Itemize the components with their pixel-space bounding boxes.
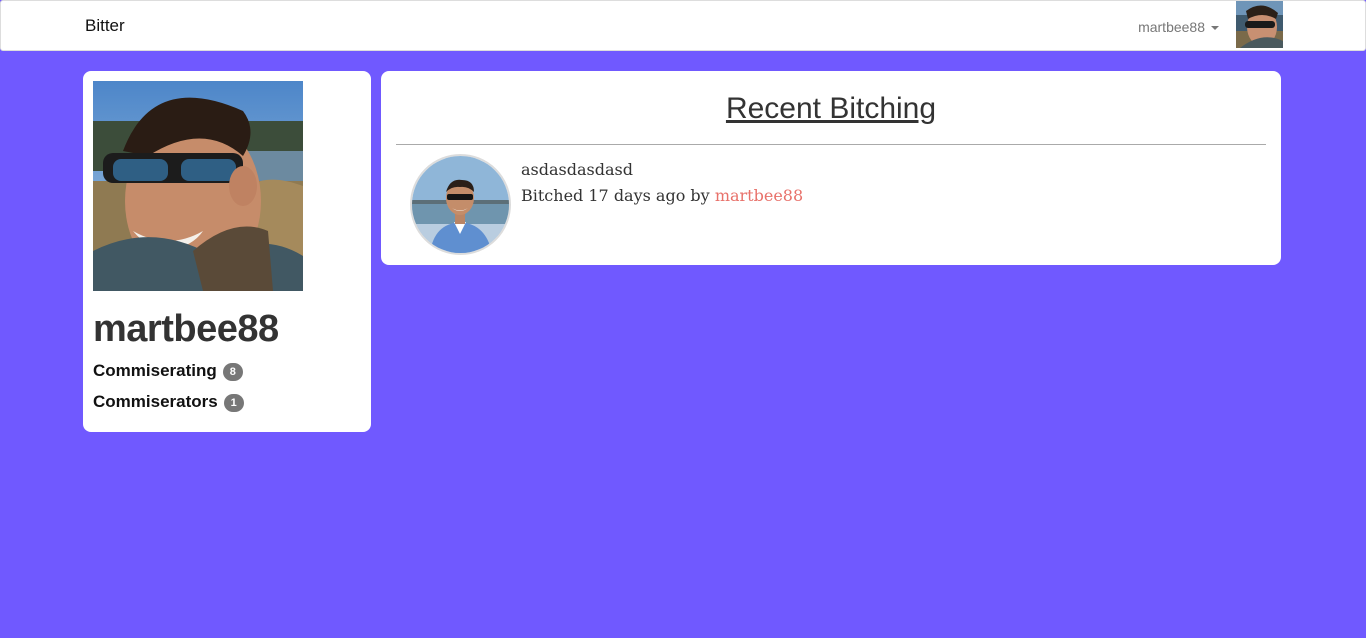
post-meta: Bitched 17 days ago by martbee88 <box>521 183 803 209</box>
feed-divider <box>396 144 1266 145</box>
feed-title: Recent Bitching <box>725 92 937 125</box>
user-dropdown-label: martbee88 <box>1138 19 1205 35</box>
feed-card: Recent Bitching asdasdasdasd Bitched 17 … <box>381 71 1281 265</box>
user-dropdown-toggle[interactable]: martbee88 <box>1138 18 1219 36</box>
commiserating-label: Commiserating <box>93 361 217 380</box>
commiserating-link[interactable]: Commiserating 8 <box>93 360 243 382</box>
profile-username: martbee88 <box>93 308 279 350</box>
post-author-link[interactable]: martbee88 <box>715 186 803 205</box>
commiserators-link[interactable]: Commiserators 1 <box>93 391 244 413</box>
commiserating-count-badge: 8 <box>222 362 243 381</box>
post-author-avatar[interactable] <box>410 154 511 255</box>
top-navbar: Bitter martbee88 <box>0 0 1366 51</box>
brand-link[interactable]: Bitter <box>85 16 125 36</box>
post-text: asdasdasdasd <box>521 160 633 179</box>
nav-avatar[interactable] <box>1236 1 1283 48</box>
commiserators-count-badge: 1 <box>223 393 244 412</box>
profile-photo <box>93 81 303 291</box>
post-meta-prefix: Bitched 17 days ago by <box>521 186 710 205</box>
profile-card: martbee88 Commiserating 8 Commiserators 1 <box>83 71 371 432</box>
caret-down-icon <box>1211 26 1219 31</box>
commiserators-label: Commiserators <box>93 392 218 411</box>
